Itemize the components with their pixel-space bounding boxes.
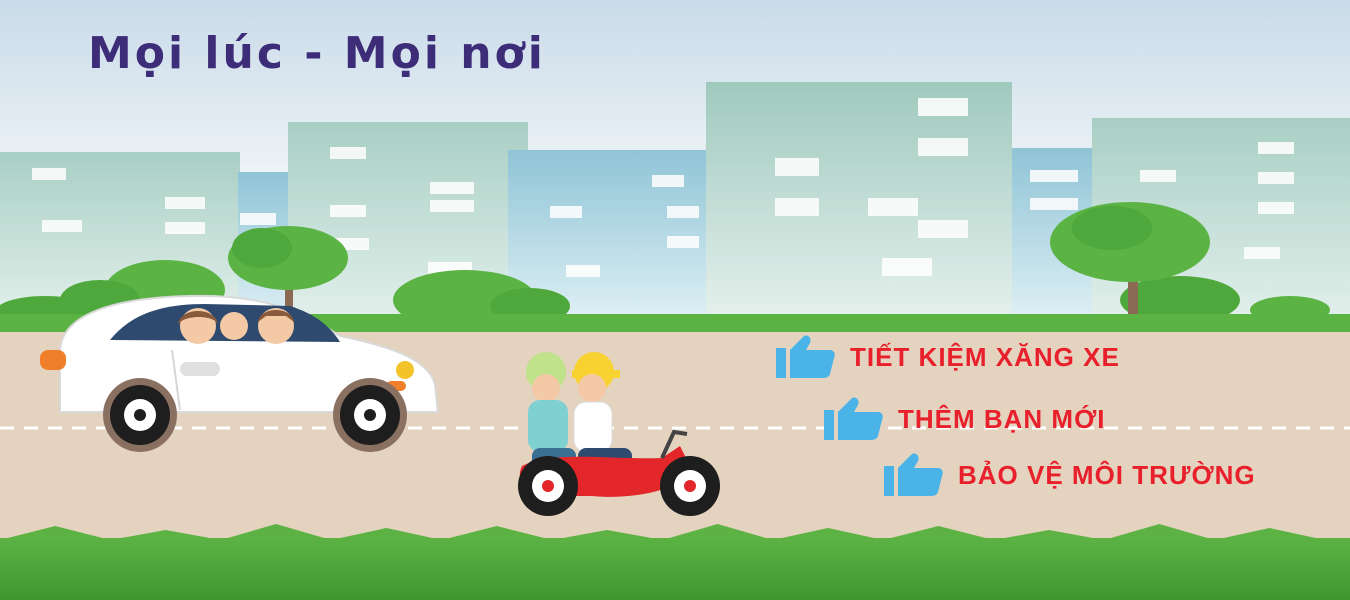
- benefit-protect-environment: BẢO VỆ MÔI TRƯỜNG: [882, 452, 1256, 498]
- thumbs-up-icon: [884, 453, 943, 496]
- benefit-label: THÊM BẠN MỚI: [898, 403, 1106, 434]
- benefit-new-friends: THÊM BẠN MỚI: [822, 396, 1106, 442]
- thumbs-up-icon: [824, 397, 883, 440]
- page-title: Mọi lúc - Mọi nơi: [88, 28, 546, 79]
- benefit-fuel-saving: TIẾT KIỆM XĂNG XE: [774, 334, 1120, 380]
- thumbs-up-icon: [776, 335, 835, 378]
- benefit-label: BẢO VỆ MÔI TRƯỜNG: [958, 459, 1256, 490]
- illustration-background: [0, 0, 1350, 600]
- benefit-label: TIẾT KIỆM XĂNG XE: [850, 341, 1120, 372]
